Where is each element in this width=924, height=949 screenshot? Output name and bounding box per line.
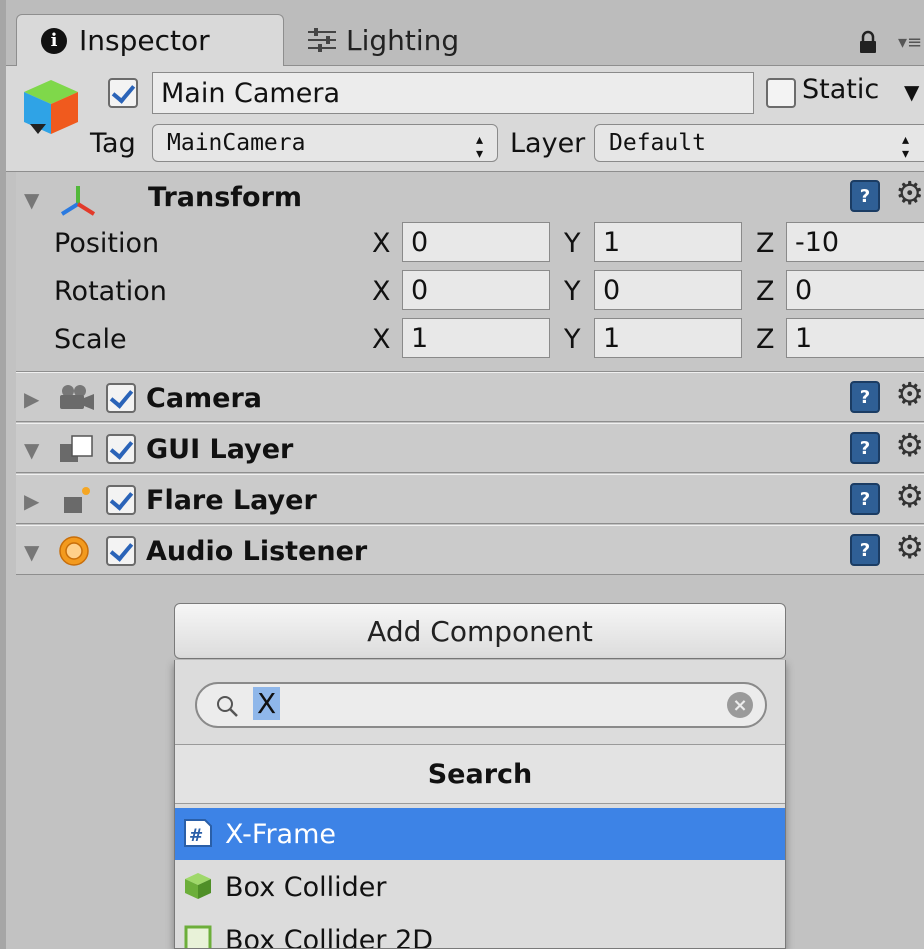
static-checkbox[interactable] (766, 78, 796, 108)
gear-icon[interactable]: ⚙ (895, 477, 924, 515)
transform-fold-arrow-icon[interactable]: ▼ (24, 188, 39, 212)
position-x-axis-label: X (372, 228, 391, 259)
gear-icon[interactable]: ⚙ (895, 174, 924, 212)
gear-icon[interactable]: ⚙ (895, 426, 924, 464)
box-collider-icon (185, 873, 211, 899)
info-icon: i (41, 27, 67, 54)
box-collider-2d-icon (184, 925, 212, 948)
transform-title: Transform (148, 182, 303, 213)
flare-layer-icon (64, 487, 90, 513)
scale-z-axis-label: Z (756, 324, 775, 355)
help-icon[interactable]: ? (850, 180, 880, 212)
gear-icon[interactable]: ⚙ (895, 528, 924, 566)
scale-y-axis-label: Y (564, 324, 581, 355)
transform-component: ▼ Transform ? ⚙ Position X 0 Y 1 Z -10 R… (16, 172, 924, 372)
scale-label: Scale (54, 324, 127, 355)
layer-dropdown[interactable]: Default ▴ ▾ (594, 124, 924, 164)
tag-value: MainCamera (167, 130, 306, 156)
help-icon[interactable]: ? (850, 483, 880, 515)
rotation-x-field[interactable]: 0 (402, 270, 550, 310)
layer-value: Default (609, 130, 706, 156)
search-result-label: Box Collider 2D (225, 924, 434, 949)
rotation-z-axis-label: Z (756, 276, 775, 307)
search-result-box-collider-2d[interactable]: Box Collider 2D (175, 914, 785, 949)
component-search-input[interactable]: X × (195, 682, 767, 728)
rotation-label: Rotation (54, 276, 167, 307)
flare-layer-component[interactable]: ▶ Flare Layer ? ⚙ (16, 474, 924, 524)
gui-layer-enabled-checkbox[interactable] (106, 434, 136, 464)
tag-dropdown[interactable]: MainCamera ▴ ▾ (152, 124, 498, 164)
audio-listener-component[interactable]: ▼ Audio Listener ? ⚙ (16, 525, 924, 575)
transform-axes-icon (60, 186, 96, 216)
active-checkbox[interactable] (108, 78, 138, 108)
scale-x-axis-label: X (372, 324, 391, 355)
position-y-field[interactable]: 1 (594, 222, 742, 262)
tab-bar: i Inspector Lighting ▾≡ (6, 0, 924, 66)
scale-y-field[interactable]: 1 (594, 318, 742, 358)
search-icon (217, 696, 238, 717)
object-name-field[interactable]: Main Camera (152, 72, 754, 114)
expand-arrow-icon[interactable]: ▶ (24, 489, 39, 513)
add-component-popup: X × Search # X-Frame Box Collider Box Co… (174, 660, 786, 949)
search-result-label: X-Frame (225, 818, 337, 850)
position-x-field[interactable]: 0 (402, 222, 550, 262)
gear-icon[interactable]: ⚙ (895, 375, 924, 413)
static-label: Static (802, 74, 880, 105)
layer-label: Layer (510, 128, 586, 159)
game-object-header: Main Camera Static ▼ Tag MainCamera ▴ ▾ L… (6, 66, 924, 172)
tag-label: Tag (90, 128, 136, 159)
lock-icon[interactable] (858, 30, 878, 54)
tab-lighting[interactable]: Lighting (306, 14, 526, 66)
game-object-cube-icon (24, 80, 78, 134)
search-results-header: Search (175, 744, 785, 804)
rotation-y-axis-label: Y (564, 276, 581, 307)
tab-inspector-label: Inspector (79, 24, 210, 57)
camera-enabled-checkbox[interactable] (106, 383, 136, 413)
rotation-z-field[interactable]: 0 (786, 270, 924, 310)
dropdown-arrows-icon: ▴ ▾ (900, 129, 911, 164)
search-value: X (253, 687, 281, 720)
gui-layer-title: GUI Layer (146, 434, 294, 465)
lighting-icon (308, 28, 336, 52)
gui-layer-component[interactable]: ▼ GUI Layer ? ⚙ (16, 423, 924, 473)
rotation-x-axis-label: X (372, 276, 391, 307)
menu-icon[interactable]: ▾≡ (898, 32, 922, 53)
flare-layer-title: Flare Layer (146, 485, 317, 516)
dropdown-arrows-icon: ▴ ▾ (474, 129, 485, 164)
help-icon[interactable]: ? (850, 534, 880, 566)
tab-lighting-label: Lighting (346, 23, 460, 57)
scale-z-field[interactable]: 1 (786, 318, 924, 358)
tab-inspector[interactable]: i Inspector (16, 14, 284, 66)
search-result-box-collider[interactable]: Box Collider (175, 861, 785, 913)
csharp-script-icon: # (184, 819, 212, 847)
camera-icon (60, 385, 94, 410)
expand-arrow-icon[interactable]: ▶ (24, 387, 39, 411)
flare-layer-enabled-checkbox[interactable] (106, 485, 136, 515)
collapse-arrow-icon[interactable]: ▼ (24, 438, 39, 462)
position-y-axis-label: Y (564, 228, 581, 259)
gui-layer-icon (60, 435, 93, 462)
scale-x-field[interactable]: 1 (402, 318, 550, 358)
clear-search-icon[interactable]: × (727, 692, 753, 718)
camera-title: Camera (146, 383, 263, 414)
rotation-y-field[interactable]: 0 (594, 270, 742, 310)
audio-listener-icon (59, 536, 89, 566)
position-z-field[interactable]: -10 (786, 222, 924, 262)
search-result-x-frame[interactable]: # X-Frame (175, 808, 785, 860)
audio-listener-title: Audio Listener (146, 536, 368, 567)
search-result-label: Box Collider (225, 871, 387, 903)
help-icon[interactable]: ? (850, 432, 880, 464)
static-dropdown-arrow-icon[interactable]: ▼ (904, 80, 919, 104)
collapse-arrow-icon[interactable]: ▼ (24, 540, 39, 564)
add-component-button[interactable]: Add Component (174, 603, 786, 659)
audio-listener-enabled-checkbox[interactable] (106, 536, 136, 566)
camera-component[interactable]: ▶ Camera ? ⚙ (16, 372, 924, 422)
position-label: Position (54, 228, 160, 259)
svg-text:#: # (189, 826, 203, 846)
position-z-axis-label: Z (756, 228, 775, 259)
help-icon[interactable]: ? (850, 381, 880, 413)
